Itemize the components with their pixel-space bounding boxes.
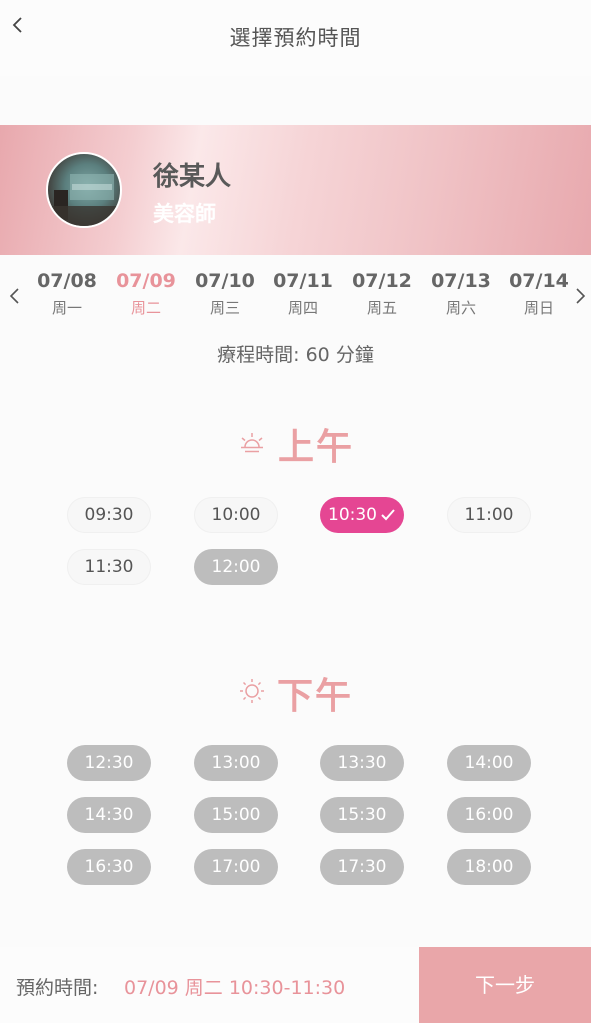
time-slot-label: 12:00 xyxy=(211,557,261,577)
avatar[interactable] xyxy=(46,152,122,228)
sun-icon xyxy=(238,677,266,709)
afternoon-label: 下午 xyxy=(277,676,354,717)
header: 選擇預約時間 xyxy=(0,0,591,76)
date-tab[interactable]: 07/14 周日 xyxy=(504,270,574,318)
time-slot: 17:00 xyxy=(194,849,278,885)
time-slot-label: 10:30 xyxy=(328,505,377,525)
date-tab-date: 07/14 xyxy=(509,270,569,292)
time-slot: 16:30 xyxy=(67,849,151,885)
time-slot-label: 14:00 xyxy=(464,753,514,773)
time-slot-label: 16:00 xyxy=(464,805,514,825)
time-slot: 13:30 xyxy=(320,745,404,781)
morning-label: 上午 xyxy=(278,427,355,468)
time-slot-label: 13:30 xyxy=(337,753,387,773)
date-tab[interactable]: 07/12 周五 xyxy=(347,270,417,318)
page-title: 選擇預約時間 xyxy=(229,26,362,50)
afternoon-heading: 下午 xyxy=(0,667,591,719)
next-week-button[interactable] xyxy=(571,284,589,308)
date-tab-date: 07/09 xyxy=(116,270,176,292)
time-slot: 15:00 xyxy=(194,797,278,833)
date-tab-weekday: 周三 xyxy=(209,299,240,317)
date-tab[interactable]: 07/10 周三 xyxy=(190,270,260,318)
time-slot-label: 17:30 xyxy=(337,857,387,877)
sunrise-icon xyxy=(237,430,267,458)
time-slot[interactable]: 10:00 xyxy=(194,497,278,533)
time-slot-label: 17:00 xyxy=(211,857,261,877)
time-slot-label: 15:30 xyxy=(337,805,387,825)
time-slot-label: 09:30 xyxy=(84,505,134,525)
time-slot[interactable]: 11:30 xyxy=(67,549,151,585)
date-tab-weekday: 周日 xyxy=(523,299,554,317)
booking-time-label: 預約時間: xyxy=(16,977,99,999)
time-slot-label: 11:30 xyxy=(84,557,134,577)
morning-heading: 上午 xyxy=(0,418,591,470)
time-slot-label: 13:00 xyxy=(211,753,261,773)
time-slot: 15:30 xyxy=(320,797,404,833)
time-slot-label: 15:00 xyxy=(211,805,261,825)
treatment-duration: 療程時間: 60 分鐘 xyxy=(217,344,374,366)
provider-role: 美容師 xyxy=(153,202,216,226)
provider-name: 徐某人 xyxy=(153,162,232,192)
booking-time-value: 07/09 周二 10:30-11:30 xyxy=(124,977,346,999)
date-tab-date: 07/08 xyxy=(37,270,97,292)
date-tab-weekday: 周二 xyxy=(130,299,161,317)
time-slot[interactable]: 11:00 xyxy=(447,497,531,533)
date-tab-weekday: 周一 xyxy=(51,299,82,317)
prev-week-button[interactable] xyxy=(6,284,24,308)
time-slot: 14:30 xyxy=(67,797,151,833)
time-slot-label: 11:00 xyxy=(464,505,514,525)
time-slot: 12:00 xyxy=(194,549,278,585)
chevron-right-icon xyxy=(576,288,586,304)
date-tab[interactable]: 07/08 周一 xyxy=(32,270,102,318)
date-tab[interactable]: 07/13 周六 xyxy=(426,270,496,318)
date-tab[interactable]: 07/11 周四 xyxy=(268,270,338,318)
footer-bar: 預約時間: 07/09 周二 10:30-11:30 下一步 xyxy=(0,947,591,1023)
provider-banner: 徐某人 美容師 xyxy=(0,125,591,255)
time-slot: 14:00 xyxy=(447,745,531,781)
date-strip: 07/08 周一 07/09 周二 07/10 周三 07/11 周四 07/12 周五 07/13… xyxy=(0,264,591,330)
time-slot: 18:00 xyxy=(447,849,531,885)
time-slot-label: 14:30 xyxy=(84,805,134,825)
time-slot-label: 12:30 xyxy=(84,753,134,773)
date-tab-weekday: 周六 xyxy=(445,299,476,317)
time-slot-label: 10:00 xyxy=(211,505,261,525)
time-slot-label: 16:30 xyxy=(84,857,134,877)
booking-page: 選擇預約時間 徐某人 美容師 07/08 周一 07/09 周二 07/10 周三 07/1… xyxy=(0,0,591,1023)
time-slot: 16:00 xyxy=(447,797,531,833)
next-step-button[interactable]: 下一步 xyxy=(419,947,591,1023)
date-tab[interactable]: 07/09 周二 xyxy=(111,270,181,318)
chevron-left-icon xyxy=(9,288,19,304)
time-slot: 13:00 xyxy=(194,745,278,781)
time-slot: 17:30 xyxy=(320,849,404,885)
time-slot[interactable]: 10:30 xyxy=(320,497,404,533)
time-slot: 12:30 xyxy=(67,745,151,781)
date-tab-date: 07/11 xyxy=(273,270,333,292)
date-tab-date: 07/10 xyxy=(195,270,255,292)
time-slot-label: 18:00 xyxy=(464,857,514,877)
date-tab-date: 07/12 xyxy=(352,270,412,292)
time-slot[interactable]: 09:30 xyxy=(67,497,151,533)
date-tab-date: 07/13 xyxy=(431,270,491,292)
date-tab-weekday: 周四 xyxy=(287,299,318,317)
checkmark-icon xyxy=(380,499,396,535)
date-tab-weekday: 周五 xyxy=(366,299,397,317)
